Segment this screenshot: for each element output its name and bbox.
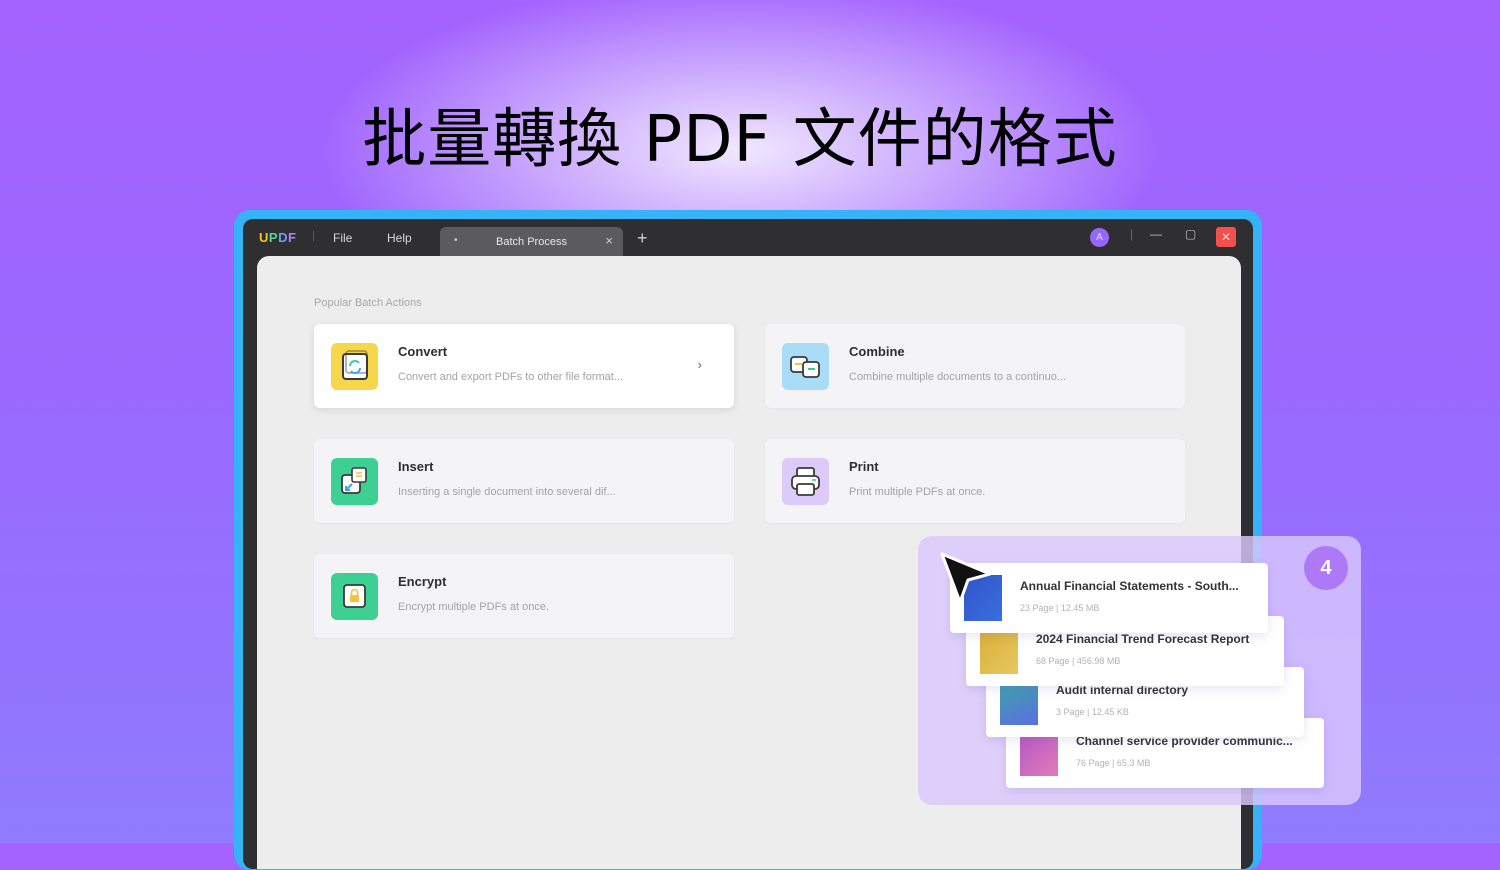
divider: | <box>1130 227 1134 241</box>
tab-close-icon[interactable]: × <box>605 233 613 248</box>
action-card-encrypt[interactable]: Encrypt Encrypt multiple PDFs at once. <box>314 554 734 638</box>
chevron-right-icon: › <box>697 357 702 372</box>
menu-help[interactable]: Help <box>387 231 412 245</box>
file-item[interactable]: Annual Financial Statements - South... 2… <box>950 563 1268 633</box>
minimize-button[interactable]: — <box>1150 227 1162 241</box>
menu-file[interactable]: File <box>333 231 352 245</box>
print-icon <box>782 458 829 505</box>
action-card-convert[interactable]: Convert Convert and export PDFs to other… <box>314 324 734 408</box>
action-title: Print <box>849 459 879 474</box>
avatar[interactable]: A <box>1090 228 1109 247</box>
tab-batch-process[interactable]: • Batch Process × <box>440 227 623 257</box>
file-name: Annual Financial Statements - South... <box>1020 579 1239 593</box>
file-meta: 3 Page | 12.45 KB <box>1056 707 1129 717</box>
headline: 批量轉換 PDF 文件的格式 <box>362 103 1118 177</box>
mouse-cursor-icon <box>938 550 994 611</box>
action-desc: Print multiple PDFs at once. <box>849 486 986 498</box>
combine-icon <box>782 343 829 390</box>
action-title: Combine <box>849 344 905 359</box>
convert-icon <box>331 343 378 390</box>
action-desc: Encrypt multiple PDFs at once. <box>398 601 550 613</box>
action-desc: Combine multiple documents to a continuo… <box>849 371 1067 383</box>
updf-logo[interactable]: UPDF <box>259 230 296 245</box>
file-meta: 76 Page | 65.3 MB <box>1076 758 1151 768</box>
section-label: Popular Batch Actions <box>314 297 422 309</box>
action-title: Convert <box>398 344 448 359</box>
insert-icon <box>331 458 378 505</box>
file-meta: 68 Page | 456.98 MB <box>1036 656 1121 666</box>
action-desc: Convert and export PDFs to other file fo… <box>398 371 623 383</box>
divider <box>313 231 314 241</box>
action-title: Insert <box>398 459 434 474</box>
encrypt-icon <box>331 573 378 620</box>
action-title: Encrypt <box>398 574 447 589</box>
file-thumbnail <box>980 628 1018 674</box>
file-name: 2024 Financial Trend Forecast Report <box>1036 632 1250 646</box>
action-card-print[interactable]: Print Print multiple PDFs at once. <box>765 439 1185 523</box>
new-tab-button[interactable]: + <box>637 228 648 249</box>
action-card-combine[interactable]: Combine Combine multiple documents to a … <box>765 324 1185 408</box>
action-desc: Inserting a single document into several… <box>398 486 616 498</box>
close-window-button[interactable]: ✕ <box>1216 227 1236 247</box>
title-bar: UPDF File Help • Batch Process × + A | —… <box>243 219 1253 257</box>
tab-label: Batch Process <box>496 236 567 248</box>
file-count-badge: 4 <box>1304 546 1348 590</box>
maximize-button[interactable]: ▢ <box>1185 227 1196 241</box>
action-card-insert[interactable]: Insert Inserting a single document into … <box>314 439 734 523</box>
file-meta: 23 Page | 12.45 MB <box>1020 603 1100 613</box>
